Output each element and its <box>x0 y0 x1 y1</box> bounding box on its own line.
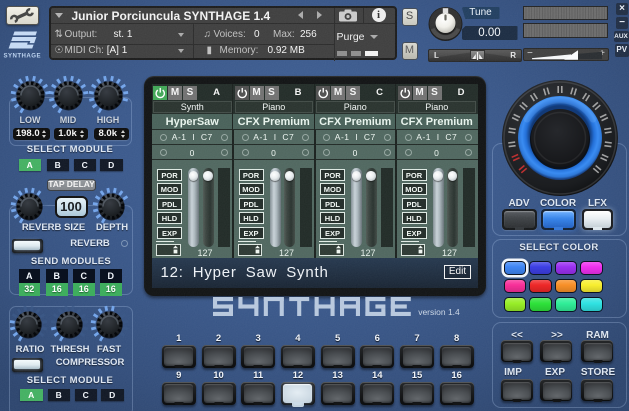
svg-text:SYNTHAGE: SYNTHAGE <box>4 53 41 60</box>
svg-text:version 1.4: version 1.4 <box>418 307 460 317</box>
